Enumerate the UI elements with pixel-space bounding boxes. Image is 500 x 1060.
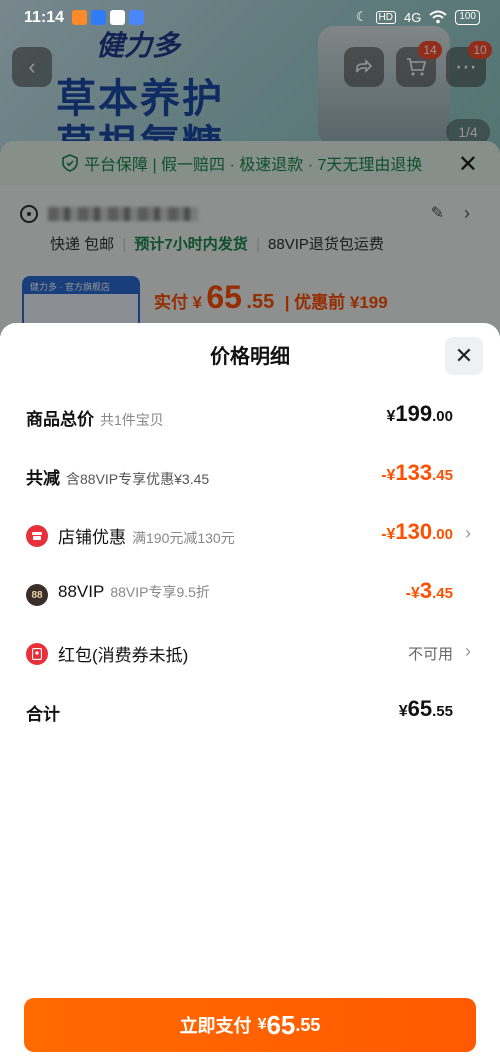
total-price-label: 商品总价 共1件宝贝: [26, 405, 164, 430]
store-discount-currency: -¥: [381, 526, 396, 543]
red-packet-label: 红包(消费券未抵): [58, 646, 189, 665]
discount-currency: -¥: [381, 467, 396, 484]
grand-total-label: 合计: [26, 705, 60, 724]
close-sheet-button[interactable]: ✕: [445, 337, 483, 375]
vip-discount-title: 88VIP: [58, 582, 105, 601]
battery-icon: 100: [455, 9, 480, 25]
row-red-packet[interactable]: 红包(消费券未抵) 不可用 ›: [26, 639, 471, 667]
store-discount-title: 店铺优惠: [58, 528, 126, 547]
store-discount-integer: 130: [395, 519, 433, 544]
pay-button-decimal: .55: [295, 1014, 321, 1035]
network-label: 4G: [403, 9, 422, 25]
check-app-icon: [110, 10, 125, 25]
pay-button-integer: 65: [266, 1009, 296, 1040]
notification-icons: [72, 10, 144, 25]
chevron-right-icon: ›: [465, 641, 471, 661]
status-indicators: ☾ HD 4G 100: [356, 9, 480, 25]
chevron-right-icon: ›: [465, 523, 471, 543]
hd-icon: HD: [375, 10, 396, 24]
store-discount-sub: 满190元减130元: [132, 530, 235, 546]
taobao-app-icon: [72, 10, 87, 25]
store-discount-label: 店铺优惠 满190元减130元: [58, 523, 235, 548]
play-app-icon: [91, 10, 106, 25]
discount-title: 共减: [26, 469, 60, 488]
discount-integer: 133: [395, 460, 433, 485]
moon-icon: ☾: [355, 9, 368, 24]
grand-total-currency: ¥: [398, 703, 408, 720]
row-vip-discount[interactable]: 88 88VIP 88VIP专享9.5折 -¥3.45: [26, 578, 471, 608]
pay-button-label: 立即支付: [179, 1016, 252, 1036]
row-store-discount[interactable]: 店铺优惠 满190元减130元 -¥130.00 ›: [26, 519, 471, 549]
wifi-icon: [429, 10, 447, 24]
total-price-title: 商品总价: [26, 410, 94, 429]
close-icon: ✕: [454, 343, 474, 368]
grand-total-value: ¥65.55: [399, 696, 453, 722]
message-app-icon: [129, 10, 144, 25]
store-coupon-icon: [26, 525, 48, 547]
total-price-sub: 共1件宝贝: [100, 412, 164, 428]
grand-total-decimal: .55: [432, 703, 453, 720]
vip-discount-label: 88VIP 88VIP专享9.5折: [58, 582, 210, 602]
store-discount-value: -¥130.00: [381, 519, 453, 545]
row-grand-total: 合计 ¥65.55: [26, 696, 471, 726]
discount-label: 共减 含88VIP专享优惠¥3.45: [26, 464, 209, 489]
red-packet-icon: [26, 643, 48, 665]
row-total-price: 商品总价 共1件宝贝 ¥199.00: [26, 401, 471, 431]
vip-discount-integer: 3: [419, 578, 433, 603]
red-packet-status: 不可用: [407, 646, 453, 663]
pay-now-button[interactable]: 立即支付 ¥ 65 .55: [24, 998, 476, 1052]
status-time: 11:14: [24, 9, 65, 26]
total-price-value: ¥199.00: [387, 401, 453, 427]
dim-overlay[interactable]: [0, 36, 500, 336]
discount-sub: 含88VIP专享优惠¥3.45: [66, 471, 210, 487]
vip-discount-decimal: .45: [432, 585, 453, 602]
row-total-discount: 共减 含88VIP专享优惠¥3.45 -¥133.45: [26, 460, 471, 490]
grand-total-integer: 65: [407, 696, 433, 721]
vip-badge-icon: 88: [26, 584, 48, 606]
vip-discount-value: -¥3.45: [406, 578, 453, 604]
status-bar: 11:14 ☾ HD 4G 100: [0, 0, 500, 36]
price-detail-sheet: 价格明细 ✕ 商品总价 共1件宝贝 ¥199.00 共减 含88VIP专享优惠¥3.…: [0, 323, 500, 1060]
discount-decimal: .45: [432, 467, 453, 484]
store-discount-decimal: .00: [432, 526, 453, 543]
pay-button-currency: ¥: [257, 1016, 267, 1033]
vip-discount-currency: -¥: [405, 585, 420, 602]
discount-value: -¥133.45: [381, 460, 453, 486]
vip-discount-sub: 88VIP专享9.5折: [110, 584, 210, 600]
total-price-integer: 199: [395, 401, 433, 426]
total-price-decimal: .00: [432, 408, 453, 425]
sheet-title: 价格明细: [210, 346, 290, 368]
